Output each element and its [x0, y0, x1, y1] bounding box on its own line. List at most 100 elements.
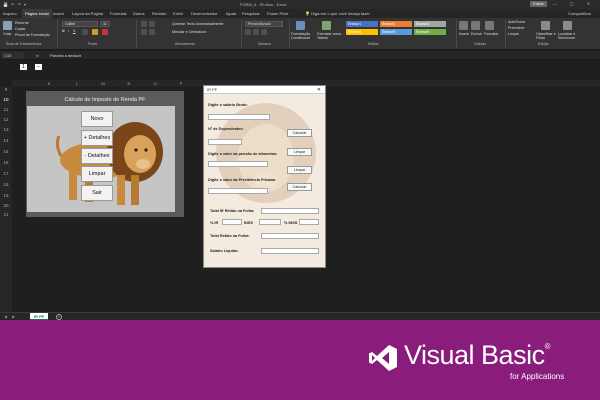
paste-icon[interactable]	[3, 21, 12, 30]
row-header[interactable]: 19	[0, 193, 12, 198]
autosum-button[interactable]: AutoSoma	[508, 20, 525, 24]
format-cells-button[interactable]: Formatar	[484, 32, 499, 36]
copy-button[interactable]: Copiar	[15, 27, 26, 31]
bold-button[interactable]: N	[62, 29, 65, 33]
underline-button[interactable]: S	[73, 29, 75, 33]
cell-style-enfase6[interactable]: Ênfase6	[414, 29, 446, 35]
find-select-button[interactable]: Localizar e Selecionar	[558, 32, 580, 40]
column-header[interactable]: L	[66, 80, 88, 87]
align-center-icon[interactable]	[149, 29, 155, 35]
tab-inserir[interactable]: Inserir	[53, 11, 64, 16]
limpar-button[interactable]: Limpar	[81, 166, 113, 182]
tab-desenvolvedor[interactable]: Desenvolvedor	[191, 11, 218, 16]
row-header[interactable]: 16	[0, 160, 12, 165]
italic-button[interactable]: I	[68, 29, 69, 33]
find-select-icon[interactable]	[563, 21, 572, 30]
tab-revisao[interactable]: Revisão	[152, 11, 166, 16]
merge-center-button[interactable]: Mesclar e Centralizar	[172, 30, 206, 34]
row-header[interactable]: 9	[0, 87, 12, 92]
mais-detalhes-button[interactable]: + Detalhes	[81, 130, 113, 146]
row-header[interactable]: 18	[0, 182, 12, 187]
font-name-select[interactable]: Calibri	[62, 21, 98, 27]
tab-pagina-inicial[interactable]: Página Inicial	[22, 9, 52, 18]
format-as-table-icon[interactable]	[322, 21, 331, 30]
fx-icon[interactable]: fx	[36, 52, 39, 59]
number-format-select[interactable]: Personalizado	[245, 21, 283, 27]
currency-icon[interactable]	[245, 29, 251, 35]
window-controls[interactable]: ▭ — ▢ ✕	[536, 1, 596, 6]
column-header[interactable]: N	[118, 80, 140, 87]
row-header[interactable]: 11	[0, 107, 12, 112]
conditional-formatting-button[interactable]: Formatação Condicional	[291, 32, 315, 40]
tab-arquivo[interactable]: Arquivo	[3, 11, 17, 16]
align-left-icon[interactable]	[141, 29, 147, 35]
row-header[interactable]: 10	[0, 97, 12, 102]
format-painter-button[interactable]: Pincel de Formatação	[15, 33, 50, 37]
formula-input[interactable]: Parcela a deduzir	[50, 52, 81, 59]
limpar-button-2[interactable]: Limpar	[287, 166, 312, 174]
level-1-button[interactable]: 1	[20, 64, 27, 70]
tab-formulas[interactable]: Fórmulas	[110, 11, 127, 16]
cell-style-enfase1[interactable]: Ênfase1	[346, 21, 378, 27]
insert-cells-icon[interactable]	[459, 21, 468, 30]
delete-cells-icon[interactable]	[471, 21, 480, 30]
quick-access-toolbar[interactable]: 💾 ↶ ↷ ▾	[3, 2, 27, 7]
tab-pesquisar[interactable]: Pesquisar	[242, 11, 260, 16]
row-header[interactable]: 15	[0, 149, 12, 154]
fill-color-icon[interactable]	[92, 29, 98, 35]
sort-filter-icon[interactable]	[541, 21, 550, 30]
row-header[interactable]: 17	[0, 171, 12, 176]
tab-dados[interactable]: Dados	[133, 11, 145, 16]
wrap-text-button[interactable]: Quebrar Texto Automaticamente	[172, 22, 223, 26]
sair-button[interactable]: Sair	[81, 185, 113, 201]
conditional-formatting-icon[interactable]	[296, 21, 305, 30]
fill-button[interactable]: Preencher	[508, 26, 525, 30]
format-cells-icon[interactable]	[485, 21, 494, 30]
font-size-select[interactable]: 11	[100, 21, 110, 27]
previdencia-input[interactable]	[208, 188, 268, 194]
novo-button[interactable]: Novo	[81, 111, 113, 127]
tab-ajuda[interactable]: Ajuda	[226, 11, 236, 16]
calcular-button-2[interactable]: Calcular	[287, 183, 312, 191]
userform-titlebar[interactable]: IR PF ✕	[204, 86, 325, 94]
column-header[interactable]: O	[144, 80, 166, 87]
font-color-icon[interactable]	[102, 29, 108, 35]
column-header[interactable]: M	[92, 80, 114, 87]
percent-icon[interactable]	[253, 29, 259, 35]
column-header[interactable]: K	[38, 80, 60, 87]
cell-style-enfase5[interactable]: Ênfase5	[380, 29, 412, 35]
sort-filter-button[interactable]: Classificar e Filtrar	[536, 32, 556, 40]
row-header[interactable]: 13	[0, 127, 12, 132]
cell-style-enfase2[interactable]: Ênfase2	[380, 21, 412, 27]
calcular-button-1[interactable]: Calcular	[287, 129, 312, 137]
cell-style-enfase4[interactable]: Ênfase4	[346, 29, 378, 35]
name-box[interactable]: C10	[2, 52, 24, 59]
comma-style-icon[interactable]	[261, 29, 267, 35]
salario-input[interactable]	[208, 114, 270, 120]
tab-exibir[interactable]: Exibir	[173, 11, 183, 16]
delete-cells-button[interactable]: Excluir	[471, 32, 482, 36]
menos-detalhes-button[interactable]: - Detalhes	[81, 148, 113, 164]
next-sheet-icon[interactable]: ▶	[12, 314, 15, 319]
sheet-tab-ir-pf[interactable]: IR PF	[30, 313, 48, 320]
row-header[interactable]: 21	[0, 212, 12, 217]
insert-cells-button[interactable]: Inserir	[459, 32, 469, 36]
column-header[interactable]: P	[170, 80, 192, 87]
prev-sheet-icon[interactable]: ◀	[4, 314, 7, 319]
tab-power-pivot[interactable]: Power Pivot	[267, 11, 288, 16]
row-header[interactable]: 12	[0, 117, 12, 122]
tell-me-search[interactable]: 💡 Diga-me o que você deseja fazer	[305, 11, 370, 16]
tab-layout[interactable]: Layout da Página	[72, 11, 103, 16]
close-icon[interactable]: ✕	[317, 86, 321, 94]
limpar-button-1[interactable]: Limpar	[287, 148, 312, 156]
pensao-input[interactable]	[208, 161, 268, 167]
row-header[interactable]: 14	[0, 138, 12, 143]
align-top-icon[interactable]	[141, 21, 147, 27]
cut-button[interactable]: Recortar	[15, 21, 29, 25]
align-middle-icon[interactable]	[149, 21, 155, 27]
format-as-table-button[interactable]: Formatar como Tabela	[317, 32, 343, 40]
clear-button[interactable]: Limpar	[508, 32, 519, 36]
collapse-button[interactable]: −	[35, 64, 42, 70]
cell-style-enfase3[interactable]: Ênfase3	[414, 21, 446, 27]
row-header[interactable]: 20	[0, 203, 12, 208]
